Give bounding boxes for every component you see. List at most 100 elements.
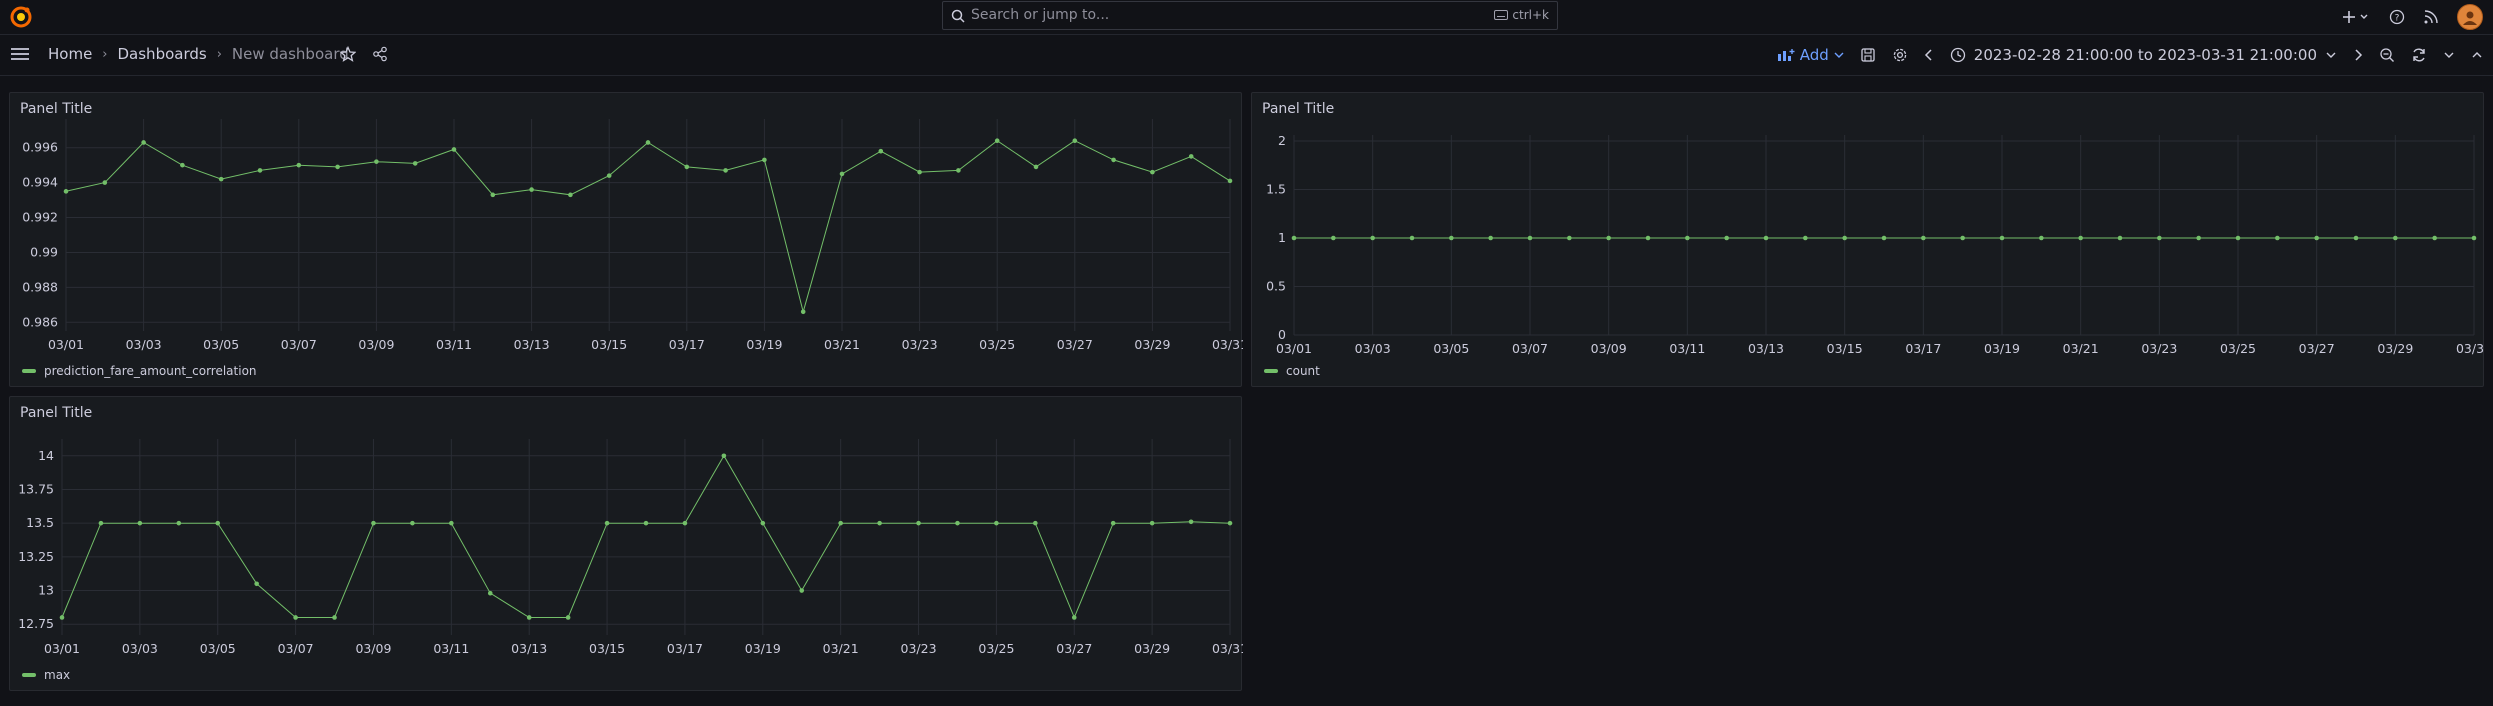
time-range-picker[interactable]: 2023-02-28 21:00:00 to 2023-03-31 21:00:… bbox=[1950, 46, 2337, 64]
x-tick-label: 03/25 bbox=[979, 337, 1015, 352]
x-tick-label: 03/09 bbox=[355, 641, 391, 656]
data-point bbox=[1110, 520, 1116, 526]
collapse-toolbar-button[interactable] bbox=[2471, 51, 2483, 59]
data-point bbox=[1111, 157, 1116, 163]
data-point bbox=[645, 140, 651, 145]
data-point bbox=[293, 615, 298, 620]
x-tick-label: 03/29 bbox=[1134, 641, 1170, 656]
time-forward-button[interactable] bbox=[2353, 49, 2363, 61]
menu-button[interactable] bbox=[10, 45, 30, 67]
chevron-right-icon bbox=[2355, 49, 2363, 61]
refresh-interval-dropdown[interactable] bbox=[2443, 51, 2455, 59]
data-point bbox=[2353, 235, 2359, 241]
x-tick-label: 03/07 bbox=[1512, 341, 1548, 356]
breadcrumb-current: New dashboard bbox=[231, 45, 349, 63]
data-point bbox=[526, 615, 532, 620]
search-placeholder: Search or jump to... bbox=[971, 7, 1110, 23]
x-tick-label: 03/29 bbox=[2377, 341, 2413, 356]
y-tick-label: 0.992 bbox=[22, 210, 58, 225]
favorite-button[interactable] bbox=[340, 46, 356, 62]
panel-count[interactable]: Panel Title 0 0.5 1 1.5 2 03/01 03/03 03/05 03/0… bbox=[1251, 92, 2485, 387]
top-bar: Search or jump to... ctrl+k ? bbox=[0, 0, 2493, 35]
data-point bbox=[1724, 235, 1729, 241]
chevron-down-icon bbox=[2444, 52, 2454, 58]
dashboard-settings-button[interactable] bbox=[1892, 47, 1908, 63]
data-point bbox=[994, 520, 999, 526]
y-tick-label: 14 bbox=[38, 448, 54, 463]
data-point bbox=[2039, 235, 2044, 241]
data-point bbox=[332, 615, 337, 620]
y-tick-label: 13.5 bbox=[26, 515, 54, 530]
add-panel-icon bbox=[1777, 49, 1795, 61]
refresh-icon bbox=[2413, 48, 2425, 62]
data-point bbox=[1881, 235, 1887, 241]
series-line bbox=[61, 454, 1231, 619]
data-point bbox=[1921, 235, 1926, 241]
refresh-button[interactable] bbox=[2411, 47, 2427, 63]
share-button[interactable] bbox=[372, 46, 388, 62]
x-tick-label: 03/07 bbox=[281, 337, 317, 352]
data-point bbox=[2235, 235, 2241, 241]
x-tick-label: 03/03 bbox=[126, 337, 162, 352]
x-tick-label: 03/19 bbox=[745, 641, 781, 656]
zoom-out-button[interactable] bbox=[2379, 47, 2395, 63]
x-tick-label: 03/31 bbox=[1212, 641, 1243, 656]
data-point bbox=[490, 192, 496, 198]
data-point bbox=[878, 148, 884, 154]
data-point bbox=[2432, 235, 2437, 241]
data-point bbox=[994, 138, 1000, 144]
breadcrumb-home[interactable]: Home bbox=[48, 45, 92, 63]
data-point bbox=[682, 520, 688, 526]
y-tick-label: 0.986 bbox=[22, 314, 58, 329]
data-point bbox=[2157, 235, 2162, 241]
y-tick-label: 0.994 bbox=[22, 175, 58, 190]
time-back-button[interactable] bbox=[1924, 49, 1934, 61]
grafana-logo-icon[interactable] bbox=[10, 6, 32, 28]
x-tick-label: 03/31 bbox=[1212, 337, 1243, 352]
add-button[interactable]: Add bbox=[1777, 46, 1844, 64]
data-point bbox=[529, 187, 534, 192]
data-point bbox=[839, 171, 845, 177]
hamburger-icon bbox=[11, 48, 29, 60]
help-button[interactable]: ? bbox=[2389, 9, 2405, 25]
data-point bbox=[606, 173, 612, 178]
x-tick-label: 03/09 bbox=[1591, 341, 1627, 356]
x-tick-label: 03/01 bbox=[1276, 341, 1312, 356]
data-point bbox=[760, 520, 766, 526]
x-tick-label: 03/05 bbox=[200, 641, 236, 656]
search-icon bbox=[951, 8, 965, 27]
chevron-down-icon bbox=[1834, 52, 1844, 58]
x-tick-label: 03/13 bbox=[1748, 341, 1784, 356]
data-point bbox=[568, 192, 573, 198]
x-tick-label: 03/15 bbox=[589, 641, 625, 656]
chevron-right-icon: › bbox=[216, 46, 222, 62]
legend-item[interactable]: count bbox=[1264, 364, 1320, 378]
y-tick-label: 13.25 bbox=[18, 549, 54, 564]
search-input[interactable]: Search or jump to... ctrl+k bbox=[942, 1, 1558, 30]
data-point bbox=[2275, 235, 2280, 241]
panel-max[interactable]: Panel Title 12.75 13 13.25 13.5 13.75 14 03/01… bbox=[9, 396, 1243, 691]
news-button[interactable] bbox=[2423, 9, 2439, 25]
x-tick-label: 03/27 bbox=[2299, 341, 2335, 356]
panel-correlation[interactable]: Panel Title 0.986 0.988 0.99 0.992 0.994 0.99… bbox=[9, 92, 1243, 387]
data-point bbox=[1227, 520, 1233, 526]
search-shortcut: ctrl+k bbox=[1494, 8, 1549, 22]
data-point bbox=[565, 615, 571, 620]
x-tick-label: 03/25 bbox=[2220, 341, 2256, 356]
new-menu-button[interactable] bbox=[2343, 10, 2371, 24]
legend-item[interactable]: max bbox=[22, 668, 70, 682]
legend-item[interactable]: prediction_fare_amount_correlation bbox=[22, 364, 257, 378]
x-tick-label: 03/13 bbox=[511, 641, 547, 656]
shortcut-label: ctrl+k bbox=[1512, 8, 1549, 22]
data-point bbox=[215, 520, 221, 526]
star-icon bbox=[340, 46, 356, 62]
user-avatar[interactable] bbox=[2457, 4, 2483, 30]
data-point bbox=[218, 176, 224, 182]
data-point bbox=[374, 159, 379, 164]
breadcrumb-dashboards[interactable]: Dashboards bbox=[118, 45, 207, 63]
save-dashboard-button[interactable] bbox=[1860, 47, 1876, 63]
y-tick-label: 0.988 bbox=[22, 279, 58, 294]
gear-icon bbox=[1893, 48, 1907, 62]
y-tick-label: 0.99 bbox=[30, 244, 58, 259]
data-point bbox=[1033, 520, 1038, 526]
